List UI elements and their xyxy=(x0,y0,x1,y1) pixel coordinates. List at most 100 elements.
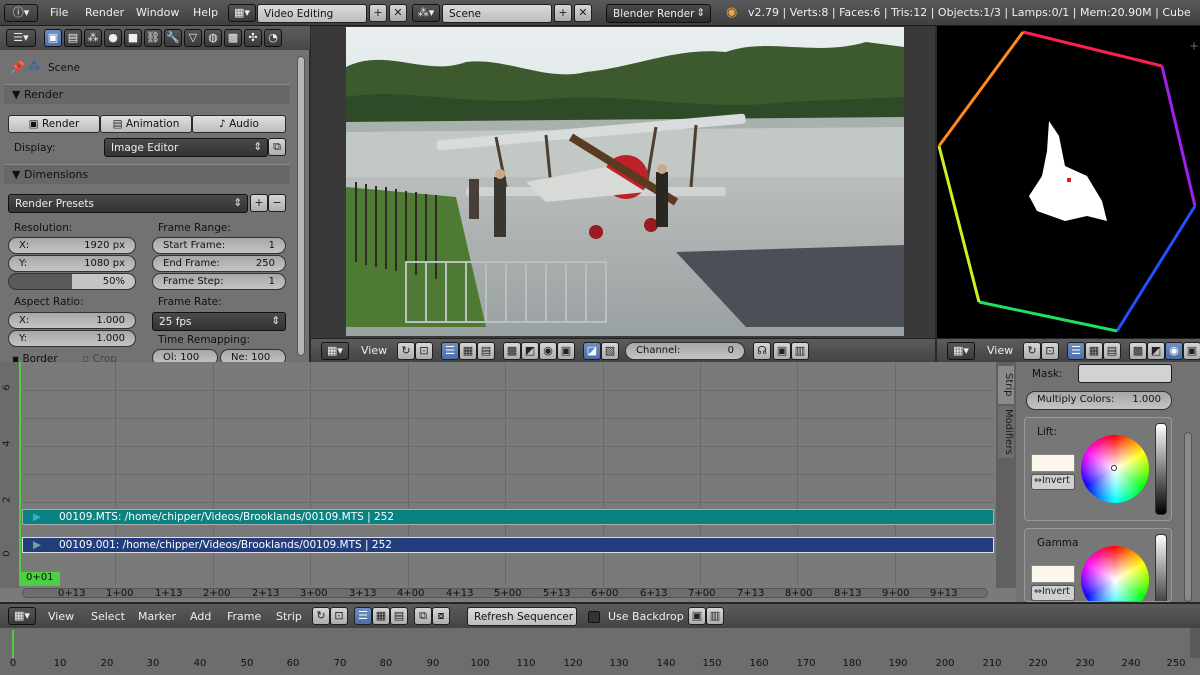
lift-invert-button[interactable]: ⇔Invert xyxy=(1031,474,1075,490)
use-backdrop-checkbox[interactable] xyxy=(588,611,600,623)
constraints-tab-icon[interactable]: ⛓ xyxy=(144,29,162,47)
seq-menu-strip[interactable]: Strip xyxy=(276,610,302,623)
seq-menu-select[interactable]: Select xyxy=(91,610,125,623)
scene-field[interactable]: Scene xyxy=(442,4,552,23)
modifiers-tab-icon[interactable]: 🔧 xyxy=(164,29,182,47)
scope-waveform-icon[interactable]: ◩ xyxy=(1147,342,1165,360)
add-preset-icon[interactable]: + xyxy=(250,194,268,212)
channel-field[interactable]: Channel: 0 xyxy=(625,342,745,360)
menu-window[interactable]: Window xyxy=(136,6,179,19)
menu-help[interactable]: Help xyxy=(193,6,218,19)
material-tab-icon[interactable]: ◍ xyxy=(204,29,222,47)
multiply-colors-field[interactable]: Multiply Colors: 1.000 xyxy=(1026,391,1172,410)
lift-wheel-cursor[interactable] xyxy=(1111,465,1117,471)
movie-strip[interactable]: ▶ 00109.MTS: /home/chipper/Videos/Brookla… xyxy=(22,509,994,525)
resolution-percentage-slider[interactable]: 50% xyxy=(8,273,136,290)
clapper-icon[interactable]: ▥ xyxy=(791,342,809,360)
gamma-color-wheel[interactable] xyxy=(1081,546,1149,601)
add-layout-icon[interactable]: + xyxy=(369,4,387,22)
timeline-editor[interactable] xyxy=(0,628,1200,675)
color-mode-icon[interactable]: ◉ xyxy=(539,342,557,360)
seq-render-icon[interactable]: ▣ xyxy=(688,607,706,625)
info-editor-type-button[interactable]: ⓘ▾ xyxy=(4,4,38,22)
channel-view-icon[interactable]: ▩ xyxy=(503,342,521,360)
strip-panel-scrollbar[interactable] xyxy=(1184,432,1192,602)
preview-lock-icon[interactable]: ⊡ xyxy=(415,342,433,360)
start-frame-field[interactable]: Start Frame: 1 xyxy=(152,237,286,254)
seq-refresh-icon[interactable]: ↻ xyxy=(312,607,330,625)
remove-scene-icon[interactable]: ✕ xyxy=(574,4,592,22)
menu-file[interactable]: File xyxy=(50,6,68,19)
lift-color-wheel[interactable] xyxy=(1081,435,1149,503)
seq-mode-icon[interactable]: ▤ xyxy=(390,607,408,625)
particles-tab-icon[interactable]: ✣ xyxy=(244,29,262,47)
tab-modifiers[interactable]: Modifiers xyxy=(998,406,1014,458)
preview-mode-icon[interactable]: ▤ xyxy=(477,342,495,360)
sequencer-preview-icon[interactable]: ▦ xyxy=(459,342,477,360)
gamma-value-slider[interactable] xyxy=(1155,534,1167,601)
remove-preset-icon[interactable]: − xyxy=(268,194,286,212)
end-frame-field[interactable]: End Frame: 250 xyxy=(152,255,286,272)
animation-button[interactable]: ▤ Animation xyxy=(100,115,192,133)
sequencer-editor-type-button[interactable]: ▦▾ xyxy=(8,607,36,625)
preview-view-menu[interactable]: View xyxy=(361,344,387,357)
preview-editor-type-button[interactable]: ▦▾ xyxy=(321,342,349,360)
scope-vectorscope-icon[interactable]: ◉ xyxy=(1165,342,1183,360)
scope-sequencer-icon[interactable]: ▦ xyxy=(1085,342,1103,360)
aspect-y-field[interactable]: Y: 1.000 xyxy=(8,330,136,347)
frame-rate-select[interactable]: 25 fps ⇕ xyxy=(152,312,286,331)
add-scene-icon[interactable]: + xyxy=(554,4,572,22)
ghost-icon[interactable]: ☊ xyxy=(753,342,771,360)
playhead[interactable] xyxy=(19,362,21,586)
scope-type-icon[interactable]: ☰ xyxy=(1067,342,1085,360)
seq-overlay-icon[interactable]: ▦ xyxy=(372,607,390,625)
scope-image-icon[interactable]: ▣ xyxy=(1183,342,1200,360)
refresh-sequencer-button[interactable]: Refresh Sequencer xyxy=(467,607,577,626)
seq-menu-add[interactable]: Add xyxy=(190,610,211,623)
seq-clapper-icon[interactable]: ▥ xyxy=(706,607,724,625)
seq-paste-icon[interactable]: ⧇ xyxy=(432,607,450,625)
scope-channels-icon[interactable]: ▩ xyxy=(1129,342,1147,360)
preview-type-icon[interactable]: ☰ xyxy=(441,342,459,360)
gamma-invert-button[interactable]: ⇔Invert xyxy=(1031,585,1075,601)
scope-editor-type-button[interactable]: ▦▾ xyxy=(947,342,975,360)
resolution-y-field[interactable]: Y: 1080 px xyxy=(8,255,136,272)
render-presets-select[interactable]: Render Presets ⇕ xyxy=(8,194,248,213)
strip-handle-icon[interactable]: ▶ xyxy=(33,510,41,524)
scope-refresh-icon[interactable]: ↻ xyxy=(1023,342,1041,360)
frame-step-field[interactable]: Frame Step: 1 xyxy=(152,273,286,290)
seq-view-type-icon[interactable]: ☰ xyxy=(354,607,372,625)
lift-value-slider[interactable] xyxy=(1155,423,1167,515)
seq-menu-frame[interactable]: Frame xyxy=(227,610,261,623)
menu-render[interactable]: Render xyxy=(85,6,124,19)
resolution-x-field[interactable]: X: 1920 px xyxy=(8,237,136,254)
audio-button[interactable]: ♪ Audio xyxy=(192,115,286,133)
scope-lock-icon[interactable]: ⊡ xyxy=(1041,342,1059,360)
display-channels-icon[interactable]: ◩ xyxy=(521,342,539,360)
sequencer-timeline[interactable]: 6 4 2 0 ▶ 00109.MTS: /home/chipper/Videos… xyxy=(0,362,1016,602)
pin-icon[interactable]: 📌 xyxy=(10,60,25,74)
backdrop-icon[interactable]: ▧ xyxy=(601,342,619,360)
properties-editor-type-button[interactable]: ☰▾ xyxy=(6,29,36,47)
data-tab-icon[interactable]: ▽ xyxy=(184,29,202,47)
aspect-x-field[interactable]: X: 1.000 xyxy=(8,312,136,329)
scope-view-menu[interactable]: View xyxy=(987,344,1013,357)
remove-layout-icon[interactable]: ✕ xyxy=(389,4,407,22)
properties-scrollbar[interactable] xyxy=(297,56,305,356)
image-icon[interactable]: ▣ xyxy=(557,342,575,360)
world-tab-icon[interactable]: ● xyxy=(104,29,122,47)
display-lock-icon[interactable]: ⧉ xyxy=(268,138,286,156)
timeline-playhead[interactable] xyxy=(12,630,14,658)
safe-margins-icon[interactable]: ◪ xyxy=(583,342,601,360)
tab-strip[interactable]: Strip xyxy=(998,366,1014,404)
preview-refresh-icon[interactable]: ↻ xyxy=(397,342,415,360)
lift-color-swatch[interactable] xyxy=(1031,454,1075,472)
physics-tab-icon[interactable]: ◔ xyxy=(264,29,282,47)
render-tab-icon[interactable]: ▣ xyxy=(44,29,62,47)
screen-layout-field[interactable]: Video Editing xyxy=(257,4,367,23)
object-tab-icon[interactable]: ■ xyxy=(124,29,142,47)
render-panel-header[interactable]: ▼ Render xyxy=(4,84,290,104)
mask-field[interactable] xyxy=(1078,364,1172,383)
layers-tab-icon[interactable]: ▤ xyxy=(64,29,82,47)
scene-icon[interactable]: ⁂▾ xyxy=(412,4,440,22)
